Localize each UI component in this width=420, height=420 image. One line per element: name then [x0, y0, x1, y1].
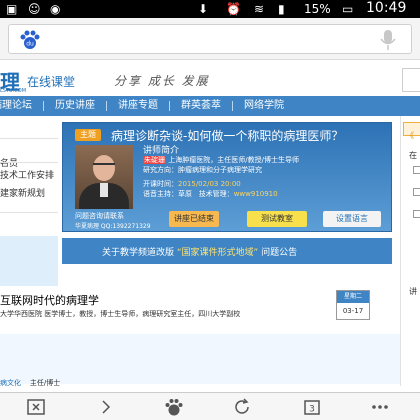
- ticker-text: 关于教学频道改版 “国家课件形式地域” 问题公告: [102, 245, 297, 258]
- right-label: 讲: [409, 287, 417, 296]
- announcement-ticker[interactable]: 关于教学频道改版 “国家课件形式地域” 问题公告: [62, 238, 392, 264]
- signal-icon: ▮: [278, 2, 285, 16]
- image-icon: ▣: [6, 2, 18, 16]
- set-language-button[interactable]: 设置语言: [323, 211, 381, 227]
- battery-percent: 15%: [304, 2, 331, 16]
- author-role: 主任/博士: [29, 379, 61, 387]
- refresh-icon[interactable]: [232, 397, 252, 417]
- android-icon: ◉: [50, 2, 61, 16]
- left-item[interactable]: 技术工作安排: [0, 168, 58, 181]
- date-day: 03-17: [342, 307, 364, 315]
- lecture-item[interactable]: 互联网时代的病理学 大学华西医院 医学博士，教授，博士生导师，病理研究室主任，四…: [0, 288, 400, 332]
- topic-badge: 主题: [75, 129, 101, 141]
- lecture-item-2-meta: 病文化 主任/博士: [0, 378, 60, 388]
- baidu-paw-icon: du: [20, 30, 40, 49]
- more-menu-icon[interactable]: [370, 397, 390, 417]
- lecture-banner[interactable]: 主题 病理诊断杂谈-如何做一个称职的病理医师？ 讲师简介 朱碇珊 上海肿瘤医院，…: [62, 122, 392, 232]
- site-name: 在线课堂: [27, 75, 76, 89]
- contact-qq: 华夏病理 QQ:1392271329: [75, 223, 151, 230]
- lecture-item-title[interactable]: 互联网时代的病理学: [0, 292, 99, 308]
- divider: [0, 162, 58, 163]
- start-time-value: 2015/02/03 20:00: [178, 180, 241, 188]
- alarm-icon: ⏰: [226, 2, 241, 16]
- site-slogan: 分享 成长 发展: [114, 74, 210, 88]
- tech-value: www910910: [233, 190, 278, 198]
- forward-icon[interactable]: [96, 397, 116, 417]
- checkbox[interactable]: [413, 166, 420, 174]
- teacher-research: 研究方向：肿瘤病理和分子病理学研究: [143, 166, 262, 174]
- start-time-label: 开课时间：: [143, 180, 178, 188]
- browser-bottom-bar: 3: [0, 392, 420, 420]
- test-classroom-button[interactable]: 测试教室: [247, 211, 307, 227]
- teacher-title: 上海肿瘤医院，主任医师/教授/博士生导师: [168, 156, 299, 164]
- site-header: 理 LSTU.COM 在线课堂 分享 成长 发展: [0, 60, 420, 96]
- site-logo-sub: LSTU.COM: [0, 88, 27, 94]
- lecture-ended-button[interactable]: 讲座已结束: [169, 211, 219, 227]
- ticker-suffix: 问题公告: [261, 248, 298, 258]
- main-nav: 病理论坛 历史讲座 讲座专题 群英荟萃 网络学院: [0, 96, 420, 116]
- header-right-box: [402, 68, 420, 92]
- svg-text:3: 3: [309, 405, 315, 415]
- clock: 10:49: [366, 0, 407, 16]
- date-badge: 星期二 03-17: [336, 290, 370, 320]
- battery-icon: ▭: [342, 2, 354, 16]
- screen: ▣ ☺ ◉ ⬇ ⏰ ≋ ▮ 15% ▭ 10:49 du 理 LSTU.COM …: [0, 0, 420, 420]
- divider: [0, 138, 58, 139]
- right-label: 在: [409, 151, 417, 160]
- search-input[interactable]: du: [8, 24, 412, 54]
- lecture-item-2[interactable]: 病文化 主任/博士: [0, 334, 400, 387]
- tabs-icon[interactable]: 3: [302, 397, 322, 417]
- nav-item-topics[interactable]: 讲座专题: [107, 96, 169, 116]
- contact-caption: 问题咨询请联系: [75, 212, 124, 220]
- browser-toolbar: du: [0, 18, 420, 60]
- checkbox[interactable]: [413, 188, 420, 196]
- svg-text:du: du: [26, 41, 34, 48]
- nav-item-academy[interactable]: 网络学院: [233, 96, 295, 116]
- baidu-home-icon[interactable]: [164, 397, 184, 417]
- author-link[interactable]: 病文化: [0, 379, 21, 387]
- wifi-icon: ≋: [254, 2, 265, 16]
- lecture-item-desc: 大学华西医院 医学博士，教授，博士生导师，病理研究室主任，四川大学副校: [0, 310, 241, 318]
- teacher-info: 朱碇珊 上海肿瘤医院，主任医师/教授/博士生导师: [143, 155, 299, 165]
- ticker-highlight: “国家课件形式地域”: [176, 248, 259, 258]
- ticker-prefix: 关于教学频道改版: [102, 248, 175, 258]
- host-info: 语音主持：草原 技术管理：www910910: [143, 189, 278, 199]
- teacher-name[interactable]: 朱碇珊: [143, 156, 166, 164]
- start-time: 开课时间：2015/02/03 20:00: [143, 179, 241, 189]
- download-icon: ⬇: [198, 2, 209, 16]
- nav-item-history[interactable]: 历史讲座: [44, 96, 106, 116]
- nav-item-experts[interactable]: 群英荟萃: [170, 96, 232, 116]
- left-item[interactable]: 建家新规划: [0, 186, 58, 199]
- date-weekday: 星期二: [337, 291, 369, 303]
- right-tab-label: 《: [406, 131, 414, 140]
- status-bar: ▣ ☺ ◉ ⬇ ⏰ ≋ ▮ 15% ▭ 10:49: [0, 0, 420, 18]
- tech-label: 技术管理：: [198, 190, 234, 198]
- right-tab[interactable]: 《: [403, 122, 420, 140]
- teacher-photo: [75, 145, 133, 209]
- checkbox[interactable]: [413, 210, 420, 218]
- nav-item-forum[interactable]: 病理论坛: [0, 96, 43, 116]
- right-sidebar: 《 在 讲: [400, 116, 420, 386]
- divider: [0, 212, 58, 213]
- microphone-icon[interactable]: [379, 29, 397, 51]
- left-sidebar: 名员 技术工作安排 建家新规划: [0, 116, 58, 216]
- ghost-icon: ☺: [28, 2, 41, 16]
- lecture-title[interactable]: 病理诊断杂谈-如何做一个称职的病理医师？: [111, 127, 343, 144]
- left-blue-panel: [0, 236, 58, 286]
- close-tab-icon[interactable]: [26, 397, 46, 417]
- voice-host: 语音主持：草原: [143, 190, 192, 198]
